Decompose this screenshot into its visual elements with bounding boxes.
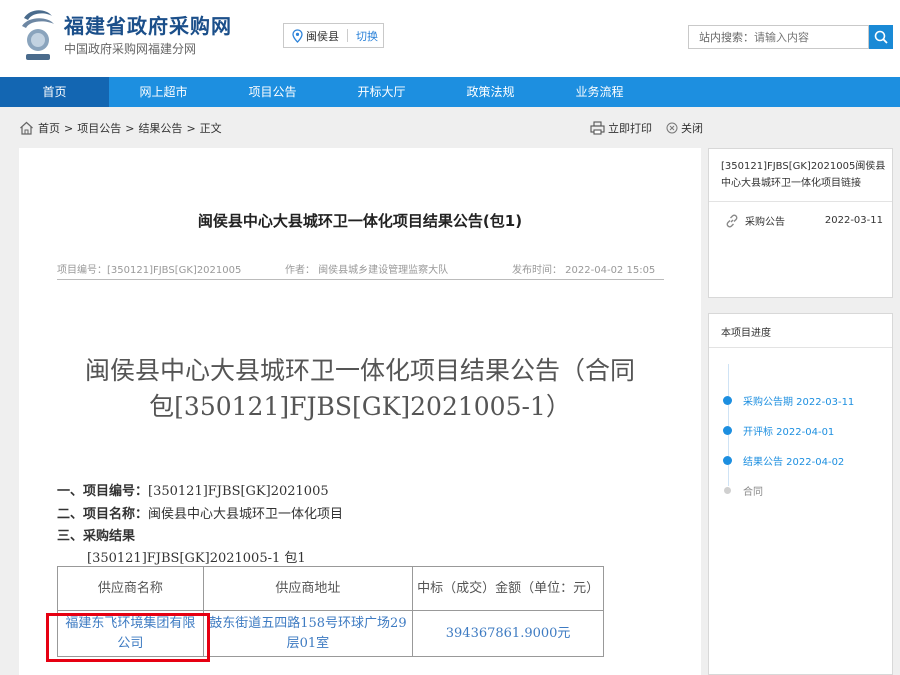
nav-item-bid-hall[interactable]: 开标大厅 (327, 77, 436, 107)
meta-project-number: 项目编号：[350121]FJBS[GK]2021005 (57, 265, 242, 276)
project-link-label: 采购公告 (745, 217, 785, 228)
project-link-date: 2022-03-11 (824, 215, 883, 226)
link-icon (726, 214, 738, 227)
article-card: 闽侯县中心大县城环卫一体化项目结果公告(包1) 项目编号：[350121]FJB… (19, 148, 701, 675)
timeline-item-contract: 合同 (723, 483, 763, 498)
project-link-panel: [350121]FJBS[GK]2021005闽侯县中心大县城环卫一体化项目链接… (708, 148, 893, 298)
timeline-label: 开评标 2022-04-01 (743, 427, 835, 438)
info-project-number-label: 一、项目编号： (57, 484, 149, 499)
search-input[interactable] (754, 30, 864, 44)
info-procurement-result-label: 三、采购结果 (57, 529, 136, 544)
breadcrumb-separator: > (64, 121, 74, 135)
print-button[interactable]: 立即打印 (590, 119, 652, 137)
main-nav: 首页 网上超市 项目公告 开标大厅 政策法规 业务流程 (0, 77, 900, 107)
breadcrumb-current: 正文 (199, 122, 222, 135)
project-link-title: [350121]FJBS[GK]2021005闽侯县中心大县城环卫一体化项目链接 (721, 161, 886, 189)
timeline-dot (723, 456, 732, 465)
project-progress-panel: 本项目进度 采购公告期 2022-03-11 开评标 2022-04-01 结果… (708, 313, 893, 675)
meta-author: 作者： 闽侯县城乡建设管理监察大队 (285, 265, 449, 276)
table-header-supplier-address: 供应商地址 (202, 566, 414, 611)
info-project-number-value: [350121]FJBS[GK]2021005 (148, 484, 329, 499)
nav-item-online-market[interactable]: 网上超市 (109, 77, 218, 107)
site-header: 福建省政府采购网 中国政府采购网福建分网 闽侯县 切换 站内搜索： (0, 0, 900, 77)
breadcrumb-separator: > (186, 121, 196, 135)
notice-heading: 闽侯县中心大县城环卫一体化项目结果公告（合同 包[350121]FJBS[GK]… (19, 353, 701, 425)
info-project-number: 一、项目编号：[350121]FJBS[GK]2021005 (57, 480, 329, 499)
search-icon (874, 30, 888, 44)
close-button[interactable]: 关闭 (666, 119, 703, 137)
progress-title: 本项目进度 (721, 328, 771, 339)
table-cell-amount: 394367861.9000元 (412, 610, 604, 657)
breadcrumb: 首页 > 项目公告 > 结果公告 > 正文 (19, 119, 222, 137)
region-name: 闽侯县 (306, 29, 339, 43)
info-project-name-label: 二、项目名称： (57, 507, 149, 522)
site-logo-icon[interactable] (18, 6, 58, 62)
timeline-item-announcement[interactable]: 采购公告期 2022-03-11 (723, 393, 854, 408)
project-link-row[interactable]: 采购公告 2022-03-11 (725, 213, 883, 228)
breadcrumb-project-notices[interactable]: 项目公告 (77, 120, 121, 136)
table-cell-supplier-address: 鼓东街道五四路158号环球广场29层01室 (202, 610, 414, 657)
nav-item-policies[interactable]: 政策法规 (436, 77, 545, 107)
info-project-name-value: 闽侯县中心大县城环卫一体化项目 (148, 507, 344, 522)
notice-heading-line1: 闽侯县中心大县城环卫一体化项目结果公告（合同 (84, 356, 635, 385)
table-header-supplier-name: 供应商名称 (57, 566, 204, 611)
timeline-item-result[interactable]: 结果公告 2022-04-02 (723, 453, 844, 468)
info-procurement-result: 三、采购结果 (57, 525, 135, 544)
info-package-line: [350121]FJBS[GK]2021005-1 包1 (87, 551, 306, 566)
panel-divider (709, 347, 892, 348)
timeline-label: 合同 (743, 487, 763, 498)
breadcrumb-home[interactable]: 首页 (38, 120, 60, 136)
nav-item-home[interactable]: 首页 (0, 77, 109, 107)
location-pin-icon (292, 28, 303, 43)
site-title[interactable]: 福建省政府采购网 (64, 10, 232, 39)
print-label: 立即打印 (608, 122, 652, 135)
table-header-row: 供应商名称 供应商地址 中标（成交）金额（单位：元） (57, 566, 604, 611)
site-subtitle: 中国政府采购网福建分网 (64, 42, 197, 56)
region-switch-link[interactable]: 切换 (356, 28, 378, 44)
article-title: 闽侯县中心大县城环卫一体化项目结果公告(包1) (197, 212, 523, 230)
table-header-amount: 中标（成交）金额（单位：元） (412, 566, 604, 611)
search-label: 站内搜索： (699, 31, 754, 44)
meta-divider (57, 279, 664, 280)
nav-item-project-notices[interactable]: 项目公告 (218, 77, 327, 107)
timeline-label: 结果公告 2022-04-02 (743, 457, 845, 468)
close-label: 关闭 (681, 122, 703, 135)
table-cell-supplier-name[interactable]: 福建东飞环境集团有限公司 (57, 610, 204, 657)
info-project-name: 二、项目名称：闽侯县中心大县城环卫一体化项目 (57, 503, 343, 522)
breadcrumb-result-notices[interactable]: 结果公告 (138, 120, 182, 136)
timeline-dot (723, 426, 732, 435)
result-table: 供应商名称 供应商地址 中标（成交）金额（单位：元） 福建东飞环境集团有限公司 … (57, 566, 604, 657)
timeline-dot (723, 396, 732, 405)
timeline-label: 采购公告期 2022-03-11 (743, 397, 855, 408)
close-icon (666, 122, 678, 134)
region-selector[interactable]: 闽侯县 切换 (283, 23, 384, 48)
printer-icon (590, 121, 605, 135)
breadcrumb-separator: > (125, 121, 135, 135)
timeline-dot (724, 487, 731, 494)
nav-item-business-process[interactable]: 业务流程 (545, 77, 654, 107)
panel-divider (709, 201, 892, 202)
timeline-item-bid-opening[interactable]: 开评标 2022-04-01 (723, 423, 834, 438)
meta-publish-time: 发布时间： 2022-04-02 15:05 (512, 265, 656, 276)
notice-heading-line2: 包[350121]FJBS[GK]2021005-1） (149, 392, 571, 421)
site-search: 站内搜索： (688, 25, 869, 49)
search-button[interactable] (869, 25, 893, 49)
table-row: 福建东飞环境集团有限公司 鼓东街道五四路158号环球广场29层01室 39436… (57, 610, 604, 657)
home-icon (20, 121, 33, 135)
region-divider (347, 29, 348, 42)
